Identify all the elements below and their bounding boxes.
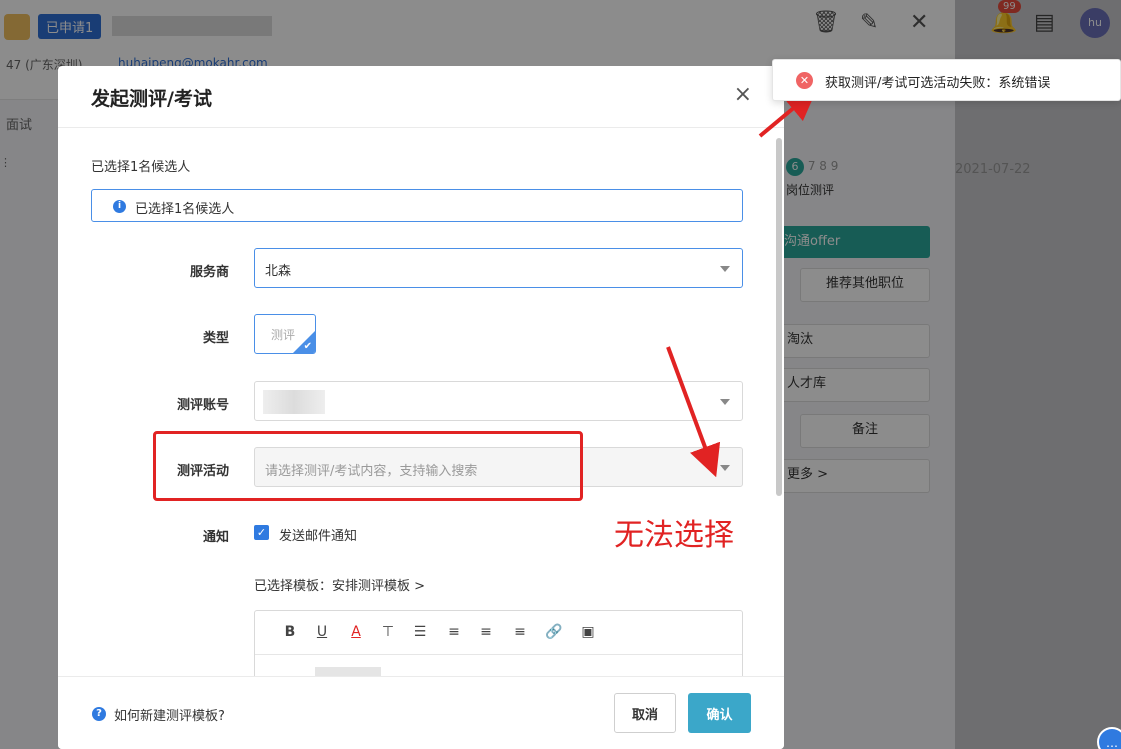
error-icon: ✕ bbox=[796, 72, 813, 89]
provider-select[interactable]: 北森 bbox=[254, 248, 743, 288]
info-alert: i 已选择1名候选人 bbox=[91, 189, 743, 222]
align-center-icon[interactable]: ≡ bbox=[475, 624, 497, 640]
cancel-button[interactable]: 取消 bbox=[614, 693, 676, 733]
bullet-list-icon[interactable]: ≡ bbox=[443, 624, 465, 640]
toast-message: 获取测评/考试可选活动失败：系统错误 bbox=[825, 76, 1051, 91]
type-label: 类型 bbox=[202, 331, 229, 346]
chevron-down-icon bbox=[720, 266, 730, 272]
selected-count: 已选择1名候选人 bbox=[91, 160, 191, 175]
chevron-down-icon bbox=[720, 399, 730, 405]
ordered-list-icon[interactable]: ☰ bbox=[409, 624, 431, 640]
confirm-button[interactable]: 确认 bbox=[688, 693, 751, 733]
help-icon: ? bbox=[92, 707, 106, 721]
annotation-rectangle bbox=[153, 431, 583, 501]
type-option-label: 测评 bbox=[271, 328, 296, 342]
dialog-header: 发起测评/考试 × bbox=[58, 66, 784, 128]
help-link[interactable]: 如何新建测评模板? bbox=[114, 705, 225, 724]
account-select[interactable] bbox=[254, 381, 743, 421]
error-toast: ✕ 获取测评/考试可选活动失败：系统错误 bbox=[772, 59, 1121, 101]
account-label: 测评账号 bbox=[176, 398, 229, 413]
bold-icon[interactable]: B bbox=[279, 624, 301, 640]
email-notify-checkbox[interactable]: ✓ bbox=[254, 525, 269, 540]
scrollbar-thumb[interactable] bbox=[776, 138, 782, 496]
chevron-down-icon bbox=[720, 465, 730, 471]
text-format-icon[interactable]: ⊤ bbox=[377, 624, 399, 640]
chat-icon[interactable]: … bbox=[1097, 727, 1121, 749]
info-text: 已选择1名候选人 bbox=[135, 202, 235, 217]
type-option-assessment[interactable]: 测评 ✔ bbox=[254, 314, 316, 354]
align-right-icon[interactable]: ≡ bbox=[509, 624, 531, 640]
notify-label: 通知 bbox=[202, 530, 229, 545]
font-color-icon[interactable]: A bbox=[345, 624, 367, 640]
template-link[interactable]: 已选择模板：安排测评模板 > bbox=[254, 575, 425, 594]
blurred-account bbox=[263, 390, 325, 414]
dialog-footer: ? 如何新建测评模板? 取消 确认 bbox=[58, 676, 784, 749]
link-icon[interactable]: 🔗 bbox=[543, 624, 565, 640]
dialog-title: 发起测评/考试 bbox=[91, 88, 212, 110]
assessment-dialog: 发起测评/考试 × 已选择1名候选人 i 已选择1名候选人 服务商 北森 类型 … bbox=[58, 66, 784, 749]
info-icon: i bbox=[113, 200, 126, 213]
check-icon: ✔ bbox=[303, 341, 312, 352]
close-icon[interactable]: × bbox=[734, 84, 752, 106]
provider-label: 服务商 bbox=[189, 265, 229, 280]
underline-icon[interactable]: U bbox=[311, 624, 333, 640]
provider-value: 北森 bbox=[265, 264, 292, 279]
annotation-label: 无法选择 bbox=[614, 518, 734, 553]
email-notify-label[interactable]: 发送邮件通知 bbox=[279, 525, 357, 544]
image-icon[interactable]: ▣ bbox=[577, 624, 599, 640]
editor-toolbar: B U A ⊤ ☰ ≡ ≡ ≡ 🔗 ▣ bbox=[255, 611, 742, 655]
